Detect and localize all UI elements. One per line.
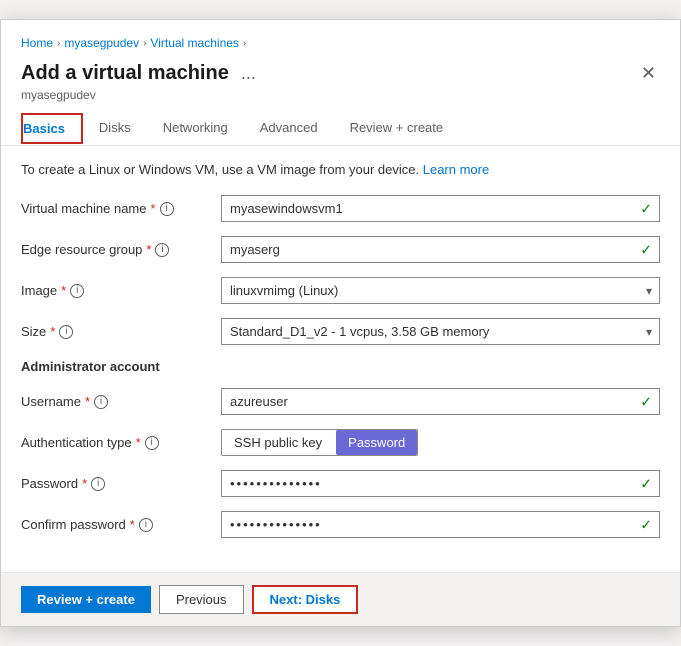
username-row: Username * i ✓ [21,388,660,415]
admin-section: Administrator account Username * i ✓ Aut… [21,359,660,538]
auth-type-info-icon[interactable]: i [145,436,159,450]
required-indicator: * [61,283,66,298]
modal-body: To create a Linux or Windows VM, use a V… [1,146,680,572]
confirm-password-row: Confirm password * i ✓ [21,511,660,538]
image-label: Image * i [21,283,221,298]
password-control: ✓ [221,470,660,497]
required-indicator: * [50,324,55,339]
username-control: ✓ [221,388,660,415]
vm-name-input[interactable] [221,195,660,222]
vm-name-control: ✓ [221,195,660,222]
password-button[interactable]: Password [336,430,417,455]
admin-section-title: Administrator account [21,359,660,374]
password-info-icon[interactable]: i [91,477,105,491]
image-row: Image * i linuxvmimg (Linux) ▾ [21,277,660,304]
close-button[interactable]: ✕ [637,60,660,86]
resource-group-info-icon[interactable]: i [155,243,169,257]
vm-name-label: Virtual machine name * i [21,201,221,216]
size-select[interactable]: Standard_D1_v2 - 1 vcpus, 3.58 GB memory [221,318,660,345]
image-select[interactable]: linuxvmimg (Linux) [221,277,660,304]
resource-group-input[interactable] [221,236,660,263]
title-row: Add a virtual machine ... ✕ [21,60,660,86]
modal-header: Home › myasegpudev › Virtual machines › … [1,20,680,146]
info-text: To create a Linux or Windows VM, use a V… [21,162,660,177]
breadcrumb-chevron-3: › [243,38,246,49]
confirm-password-label: Confirm password * i [21,517,221,532]
vm-name-check-icon: ✓ [640,200,652,217]
confirm-password-control: ✓ [221,511,660,538]
required-indicator: * [136,435,141,450]
vm-name-row: Virtual machine name * i ✓ [21,195,660,222]
username-info-icon[interactable]: i [94,395,108,409]
confirm-password-input[interactable] [221,511,660,538]
size-label: Size * i [21,324,221,339]
review-create-button[interactable]: Review + create [21,586,151,613]
auth-toggle: SSH public key Password [221,429,418,456]
password-label: Password * i [21,476,221,491]
password-row: Password * i ✓ [21,470,660,497]
breadcrumb-vms[interactable]: Virtual machines [150,36,239,50]
size-info-icon[interactable]: i [59,325,73,339]
breadcrumb-chevron-2: › [143,38,146,49]
required-indicator: * [82,476,87,491]
tabs-container: Basics Disks Networking Advanced Review … [21,112,660,145]
size-select-wrapper: Standard_D1_v2 - 1 vcpus, 3.58 GB memory… [221,318,660,345]
tab-basics[interactable]: Basics [21,113,83,144]
resource-group-row: Edge resource group * i ✓ [21,236,660,263]
modal-footer: Review + create Previous Next: Disks [1,572,680,626]
username-check-icon: ✓ [640,393,652,410]
resource-group-control: ✓ [221,236,660,263]
image-select-wrapper: linuxvmimg (Linux) ▾ [221,277,660,304]
auth-type-row: Authentication type * i SSH public key P… [21,429,660,456]
more-options-button[interactable]: ... [237,63,260,84]
next-disks-button[interactable]: Next: Disks [252,585,359,614]
required-indicator: * [146,242,151,257]
auth-type-label: Authentication type * i [21,435,221,450]
breadcrumb: Home › myasegpudev › Virtual machines › [21,36,660,50]
username-label: Username * i [21,394,221,409]
resource-group-check-icon: ✓ [640,241,652,258]
image-info-icon[interactable]: i [70,284,84,298]
tab-advanced[interactable]: Advanced [244,112,334,145]
resource-group-label: Edge resource group * i [21,242,221,257]
required-indicator: * [85,394,90,409]
learn-more-link[interactable]: Learn more [423,162,489,177]
password-check-icon: ✓ [640,475,652,492]
add-vm-modal: Home › myasegpudev › Virtual machines › … [0,19,681,627]
tab-disks[interactable]: Disks [83,112,147,145]
confirm-password-info-icon[interactable]: i [139,518,153,532]
tab-review-create[interactable]: Review + create [334,112,460,145]
username-input[interactable] [221,388,660,415]
required-indicator: * [151,201,156,216]
breadcrumb-device[interactable]: myasegpudev [64,36,139,50]
title-left: Add a virtual machine ... [21,62,260,85]
ssh-key-button[interactable]: SSH public key [222,430,334,455]
password-input[interactable] [221,470,660,497]
subtitle: myasegpudev [21,88,660,102]
breadcrumb-chevron-1: › [57,38,60,49]
previous-button[interactable]: Previous [159,585,244,614]
required-indicator: * [130,517,135,532]
tab-networking[interactable]: Networking [147,112,244,145]
confirm-password-check-icon: ✓ [640,516,652,533]
size-row: Size * i Standard_D1_v2 - 1 vcpus, 3.58 … [21,318,660,345]
page-title: Add a virtual machine [21,62,229,85]
vm-name-info-icon[interactable]: i [160,202,174,216]
breadcrumb-home[interactable]: Home [21,36,53,50]
